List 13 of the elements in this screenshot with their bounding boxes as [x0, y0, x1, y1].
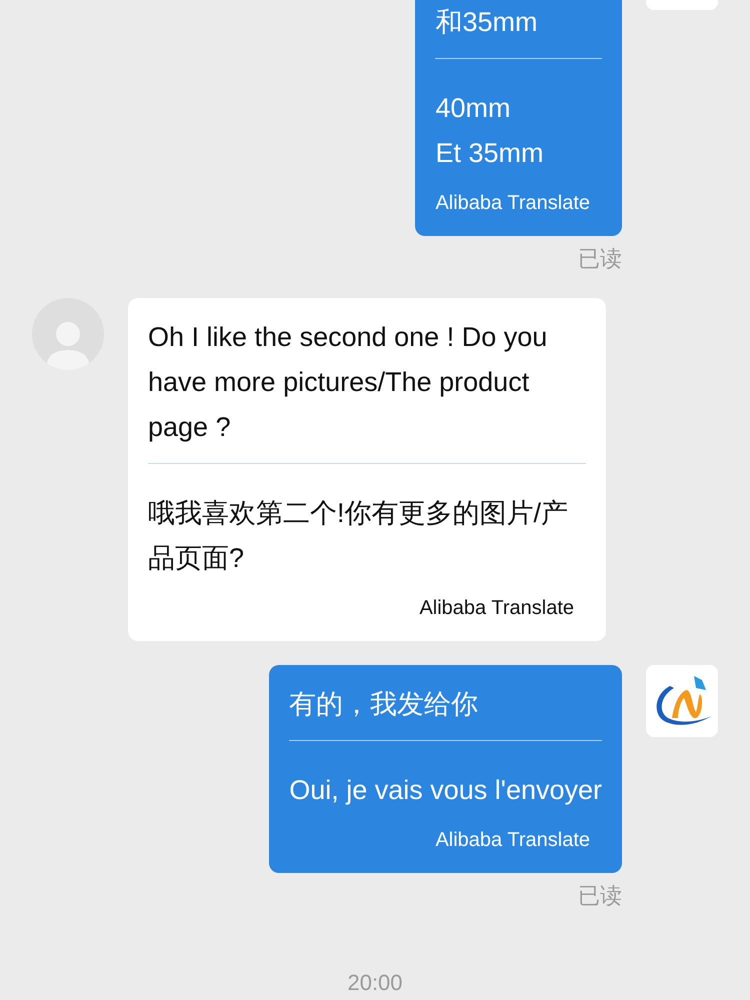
translated-text: Et 35mm [435, 137, 544, 170]
read-status: 已读 [578, 882, 622, 910]
translated-text: 哦我喜欢第二个!你有更多的图片/产品页面? [148, 497, 570, 575]
timestamp: 20:00 [347, 969, 403, 997]
translation-credit: Alibaba Translate [435, 828, 590, 853]
read-status: 已读 [578, 245, 622, 273]
message-text: Oh I like the second one ! Do you have more pictures/The product page ? [148, 321, 548, 444]
translated-text: 40mm [435, 92, 512, 125]
translation-credit: Alibaba Translate [419, 596, 574, 621]
translated-text: Oui, je vais vous l'envoyer [289, 774, 602, 807]
message-text: 和35mm [435, 6, 538, 39]
message-text: 有的，我发给你 [289, 688, 480, 721]
translation-credit: Alibaba Translate [435, 191, 590, 216]
